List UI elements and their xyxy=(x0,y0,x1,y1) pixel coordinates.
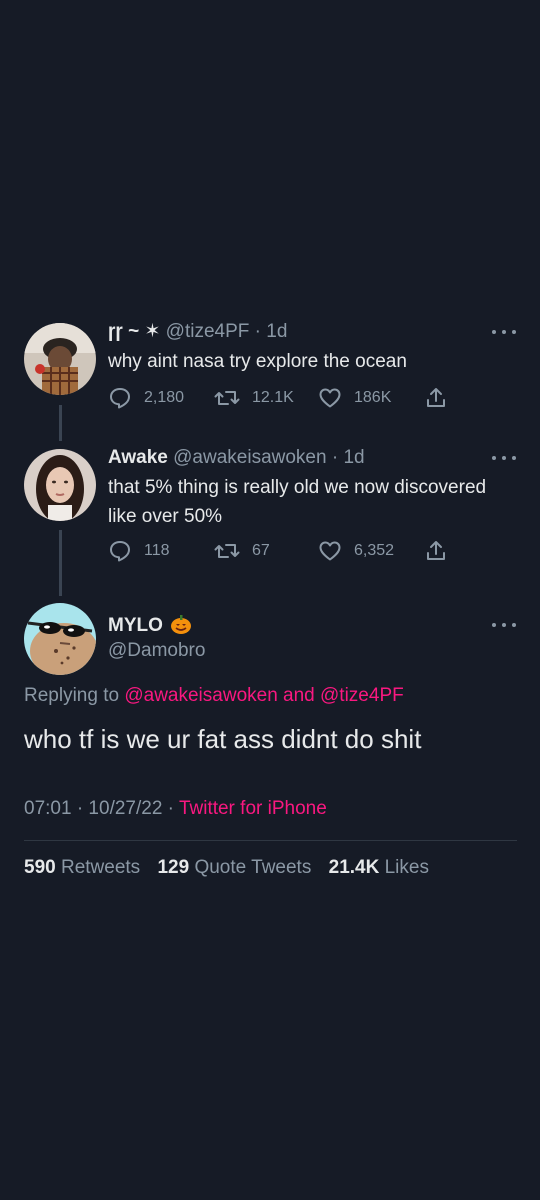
tweet-actions: 2,180 12.1K 186K xyxy=(108,386,468,412)
avatar[interactable] xyxy=(24,603,96,675)
divider xyxy=(24,840,517,841)
reply-icon xyxy=(110,388,130,409)
share-icon xyxy=(427,388,445,407)
tweet-text: that 5% thing is really old we now disco… xyxy=(108,477,487,527)
retweet-button[interactable]: 12.1K xyxy=(214,386,294,410)
tweet-meta: 07:01 · 10/27/22 · Twitter for iPhone xyxy=(24,798,327,820)
heart-icon xyxy=(319,541,341,561)
user-handle[interactable]: @Damobro xyxy=(108,640,205,661)
retweet-icon xyxy=(214,544,240,558)
tweet-header: ɼɼ ~ ✶ @tize4PF · 1d xyxy=(108,320,287,343)
like-count: 186K xyxy=(354,389,392,406)
tweet-source[interactable]: Twitter for iPhone xyxy=(179,798,327,819)
separator: · xyxy=(254,321,261,342)
replying-prefix: Replying to xyxy=(24,685,120,706)
likes-count: 21.4K xyxy=(328,857,380,878)
retweet-count: 12.1K xyxy=(252,389,294,406)
reply-icon xyxy=(110,541,130,562)
main-tweet-text: who tf is we ur fat ass didnt do shit xyxy=(24,724,422,754)
main-tweet-name-row: MYLO xyxy=(108,613,192,637)
display-name[interactable]: ɼɼ ~ ✶ xyxy=(108,321,160,342)
display-name[interactable]: MYLO xyxy=(108,615,163,636)
more-icon[interactable] xyxy=(492,623,516,629)
tweet-time[interactable]: 1d xyxy=(266,321,287,342)
retweet-icon xyxy=(214,391,240,405)
retweet-button[interactable]: 67 xyxy=(214,539,270,563)
thread-line xyxy=(59,530,62,596)
quotes-count: 129 xyxy=(157,857,190,878)
more-icon[interactable] xyxy=(492,330,516,336)
reply-count: 2,180 xyxy=(144,389,185,406)
avatar[interactable] xyxy=(24,323,96,395)
like-button[interactable]: 6,352 xyxy=(318,539,394,563)
replying-to: Replying to @awakeisawoken and @tize4PF xyxy=(24,685,404,707)
likes-label: Likes xyxy=(384,857,429,878)
thread-line xyxy=(59,405,62,441)
reply-button[interactable]: 118 xyxy=(108,539,170,563)
reply-count: 118 xyxy=(144,542,170,559)
user-handle[interactable]: @tize4PF xyxy=(166,321,250,342)
heart-icon xyxy=(319,388,341,408)
pumpkin-icon xyxy=(170,613,192,635)
replying-mentions[interactable]: @awakeisawoken and @tize4PF xyxy=(124,685,403,706)
tweet-header: Awake @awakeisawoken · 1d xyxy=(108,447,365,469)
quotes-stat[interactable]: 129 Quote Tweets xyxy=(157,857,311,878)
retweet-count: 67 xyxy=(252,542,270,559)
engagement-stats: 590 Retweets 129 Quote Tweets 21.4K Like… xyxy=(24,857,441,879)
display-name[interactable]: Awake xyxy=(108,447,168,468)
share-icon xyxy=(427,541,445,560)
more-icon[interactable] xyxy=(492,456,516,462)
share-button[interactable] xyxy=(424,539,448,563)
like-count: 6,352 xyxy=(354,542,395,559)
tweet-time[interactable]: 1d xyxy=(343,447,364,468)
user-handle[interactable]: @awakeisawoken xyxy=(173,447,326,468)
quotes-label: Quote Tweets xyxy=(194,857,312,878)
retweets-stat[interactable]: 590 Retweets xyxy=(24,857,140,878)
retweets-label: Retweets xyxy=(60,857,141,878)
reply-button[interactable]: 2,180 xyxy=(108,386,184,410)
share-button[interactable] xyxy=(424,386,448,410)
tweet-actions: 118 67 6,352 xyxy=(108,539,468,565)
main-tweet-handle-row: @Damobro xyxy=(108,640,205,662)
separator: · xyxy=(331,447,339,468)
meta-separator: · xyxy=(167,798,174,819)
like-button[interactable]: 186K xyxy=(318,386,391,410)
tweet-text: why aint nasa try explore the ocean xyxy=(108,351,407,372)
likes-stat[interactable]: 21.4K Likes xyxy=(329,857,429,878)
timestamp[interactable]: 07:01 · 10/27/22 xyxy=(24,798,162,819)
avatar[interactable] xyxy=(24,449,96,521)
retweets-count: 590 xyxy=(24,857,56,878)
